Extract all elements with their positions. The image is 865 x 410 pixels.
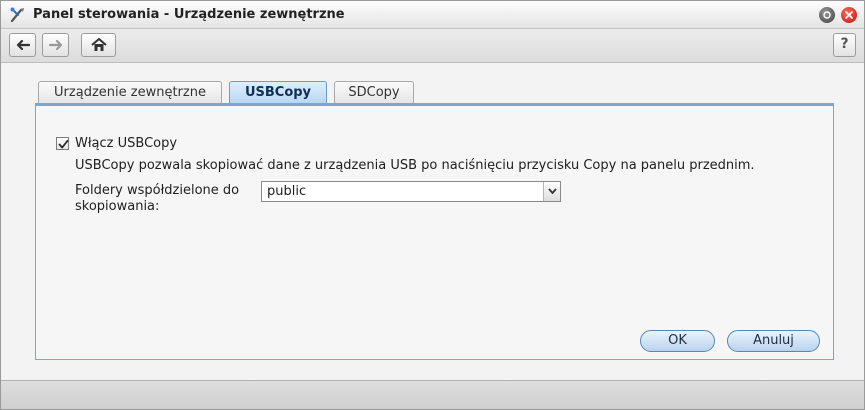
minimize-icon[interactable] [819, 7, 835, 23]
window-title: Panel sterowania - Urządzenie zewnętrzne [33, 7, 345, 22]
toolbar: ? [1, 29, 864, 63]
content-area: Urządzenie zewnętrzne USBCopy SDCopy Włą… [1, 64, 864, 380]
enable-usbcopy-label[interactable]: Włącz USBCopy [75, 136, 177, 151]
enable-usbcopy-checkbox[interactable] [56, 137, 69, 150]
control-panel-icon [9, 6, 27, 24]
home-button[interactable] [81, 33, 116, 57]
cancel-button[interactable]: Anuluj [727, 330, 820, 352]
usbcopy-description: USBCopy pozwala skopiować dane z urządze… [75, 158, 755, 173]
forward-arrow-icon [48, 39, 62, 51]
title-bar[interactable]: Panel sterowania - Urządzenie zewnętrzne [1, 1, 864, 29]
help-icon: ? [840, 36, 849, 52]
back-button[interactable] [9, 33, 36, 57]
help-button[interactable]: ? [833, 33, 856, 57]
usbcopy-panel: Włącz USBCopy USBCopy pozwala skopiować … [35, 103, 834, 360]
tab-external-device[interactable]: Urządzenie zewnętrzne [38, 81, 222, 103]
status-bar [1, 380, 864, 409]
tab-usbcopy[interactable]: USBCopy [229, 81, 327, 104]
shared-folders-label: Foldery współdzielone do skopiowania: [75, 183, 240, 214]
forward-button[interactable] [42, 33, 69, 57]
shared-folder-select[interactable]: public [261, 181, 561, 202]
home-icon [90, 38, 107, 51]
control-panel-window: Panel sterowania - Urządzenie zewnętrzne [0, 0, 865, 410]
shared-folder-value: public [267, 184, 307, 199]
back-arrow-icon [16, 39, 30, 51]
chevron-down-icon[interactable] [543, 182, 560, 201]
tab-sdcopy[interactable]: SDCopy [334, 81, 414, 103]
ok-button[interactable]: OK [640, 330, 715, 352]
close-icon[interactable] [841, 7, 857, 23]
checkmark-icon [58, 139, 69, 149]
